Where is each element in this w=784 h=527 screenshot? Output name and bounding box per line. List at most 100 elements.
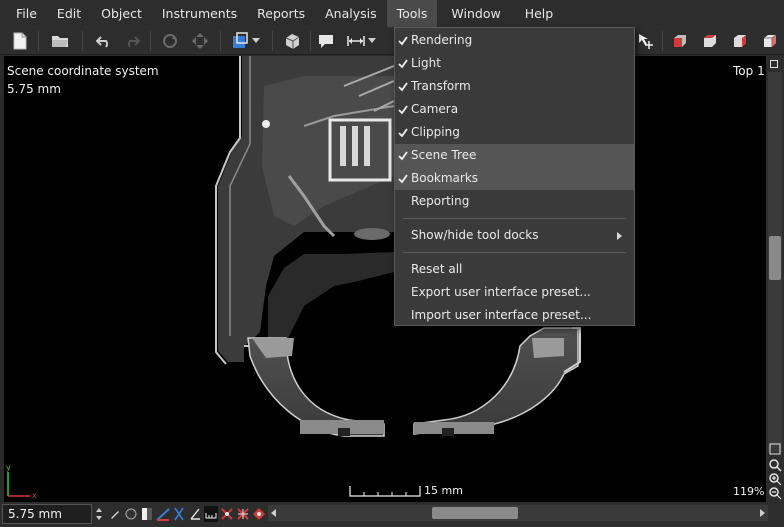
vertical-scrollbar[interactable]: [768, 72, 782, 452]
menu-item-label: Reporting: [411, 194, 470, 208]
view-name-label: Top 1: [733, 64, 765, 78]
angle-icon[interactable]: [188, 506, 202, 522]
checkmark-icon: [397, 144, 409, 167]
annotation-button[interactable]: [314, 29, 338, 53]
restore-icon[interactable]: [770, 60, 778, 68]
menu-item-label: Scene Tree: [411, 148, 477, 162]
scroll-right-icon[interactable]: [760, 509, 765, 517]
view-side-button[interactable]: [728, 29, 752, 53]
3d-viewport[interactable]: y x Scene coordinate system 5.75 mm Top …: [4, 56, 766, 502]
menu-window[interactable]: Window: [441, 0, 510, 27]
checkmark-icon: [397, 121, 409, 144]
menu-item-label: Import user interface preset...: [411, 308, 592, 322]
redo-icon: [128, 36, 140, 48]
menu-object[interactable]: Object: [91, 0, 152, 27]
scissors-icon[interactable]: [172, 506, 186, 522]
menu-item-show-hide-tool-docks[interactable]: Show/hide tool docks: [395, 224, 634, 247]
cube-side-red-icon: [734, 35, 746, 47]
menu-item-bookmarks[interactable]: Bookmarks: [395, 167, 634, 190]
main-toolbar: [0, 27, 784, 55]
menu-instruments[interactable]: Instruments: [152, 0, 247, 27]
tools-dropdown-menu: Rendering Light Transform Camera Clippin…: [394, 27, 635, 326]
menu-item-reporting[interactable]: Reporting: [395, 190, 634, 213]
checkmark-icon: [397, 29, 409, 52]
gradient-icon[interactable]: [140, 506, 154, 522]
red-cross-icon[interactable]: [220, 506, 234, 522]
spin-arrows-icon[interactable]: [92, 506, 106, 522]
menu-bar: File Edit Object Instruments Reports Ana…: [0, 0, 784, 27]
menu-item-label: Export user interface preset...: [411, 285, 591, 299]
move-tool-button[interactable]: [188, 29, 212, 53]
new-document-icon: [13, 32, 27, 50]
cube-front-red-icon: [674, 35, 686, 47]
folder-icon: [52, 36, 68, 47]
right-sidebar: [766, 56, 784, 502]
zoom-fit-icon: [769, 443, 781, 455]
menu-tools[interactable]: Tools: [386, 0, 438, 27]
submenu-arrow-icon: [617, 232, 622, 240]
bottom-toolbar: [0, 502, 784, 527]
menu-item-clipping[interactable]: Clipping: [395, 121, 634, 144]
view-top-button[interactable]: [698, 29, 722, 53]
zoom-icon: [769, 459, 779, 469]
ruler-icon[interactable]: [204, 506, 218, 522]
slope-icon[interactable]: [156, 506, 170, 522]
menu-item-reset-all[interactable]: Reset all: [395, 258, 634, 281]
menu-item-label: Bookmarks: [411, 171, 479, 185]
menu-item-import-preset[interactable]: Import user interface preset...: [395, 304, 634, 327]
redo-button[interactable]: [120, 29, 144, 53]
menu-help[interactable]: Help: [515, 0, 564, 27]
view-front-button[interactable]: [668, 29, 692, 53]
rotate-icon: [163, 34, 177, 48]
menu-separator: [403, 218, 626, 219]
pan-tool-button[interactable]: [634, 29, 658, 53]
svg-text:y: y: [6, 463, 11, 472]
menu-item-label: Rendering: [411, 33, 473, 47]
clipping-box-icon: [285, 34, 300, 49]
clipping-box-button[interactable]: [280, 29, 304, 53]
open-folder-button[interactable]: [48, 29, 72, 53]
pen-icon[interactable]: [108, 506, 122, 522]
menu-item-label: Show/hide tool docks: [411, 228, 539, 242]
rotate-tool-button[interactable]: [158, 29, 182, 53]
checkmark-icon: [397, 75, 409, 98]
checkmark-icon: [397, 98, 409, 121]
red-cross-icon-2[interactable]: [236, 506, 250, 522]
menu-item-light[interactable]: Light: [395, 52, 634, 75]
horizontal-scrollbar[interactable]: [268, 505, 768, 521]
menu-item-label: Light: [411, 56, 441, 70]
menu-item-export-preset[interactable]: Export user interface preset...: [395, 281, 634, 304]
scroll-left-icon[interactable]: [271, 509, 276, 517]
zoom-controls[interactable]: [767, 442, 783, 502]
voxel-size-label: 5.75 mm: [7, 82, 61, 96]
menu-reports[interactable]: Reports: [247, 0, 315, 27]
circle-icon[interactable]: [124, 506, 138, 522]
speech-bubble-icon: [319, 35, 333, 48]
selection-cube-icon: [233, 32, 248, 48]
voxel-size-field[interactable]: [2, 504, 92, 524]
new-document-button[interactable]: [8, 29, 32, 53]
menu-item-scene-tree[interactable]: Scene Tree: [395, 144, 634, 167]
menu-analysis[interactable]: Analysis: [315, 0, 387, 27]
distance-measure-button[interactable]: [344, 29, 368, 53]
measure-dropdown-icon[interactable]: [368, 38, 376, 43]
menu-item-label: Transform: [411, 79, 471, 93]
cube-iso-icon: [764, 34, 777, 47]
menu-file[interactable]: File: [6, 0, 47, 27]
menu-separator: [403, 252, 626, 253]
menu-edit[interactable]: Edit: [47, 0, 91, 27]
menu-item-label: Reset all: [411, 262, 463, 276]
menu-item-rendering[interactable]: Rendering: [395, 29, 634, 52]
menu-item-transform[interactable]: Transform: [395, 75, 634, 98]
undo-button[interactable]: [92, 29, 116, 53]
view-iso-button[interactable]: [758, 29, 782, 53]
menu-item-camera[interactable]: Camera: [395, 98, 634, 121]
svg-text:x: x: [32, 491, 37, 500]
horizontal-scroll-thumb[interactable]: [432, 507, 518, 519]
selection-mode-button[interactable]: [228, 29, 252, 53]
red-diamond-icon[interactable]: [252, 506, 266, 522]
menu-item-label: Camera: [411, 102, 459, 116]
selection-mode-dropdown-icon[interactable]: [252, 38, 260, 43]
checkmark-icon: [397, 52, 409, 75]
vertical-scroll-thumb[interactable]: [769, 236, 781, 280]
